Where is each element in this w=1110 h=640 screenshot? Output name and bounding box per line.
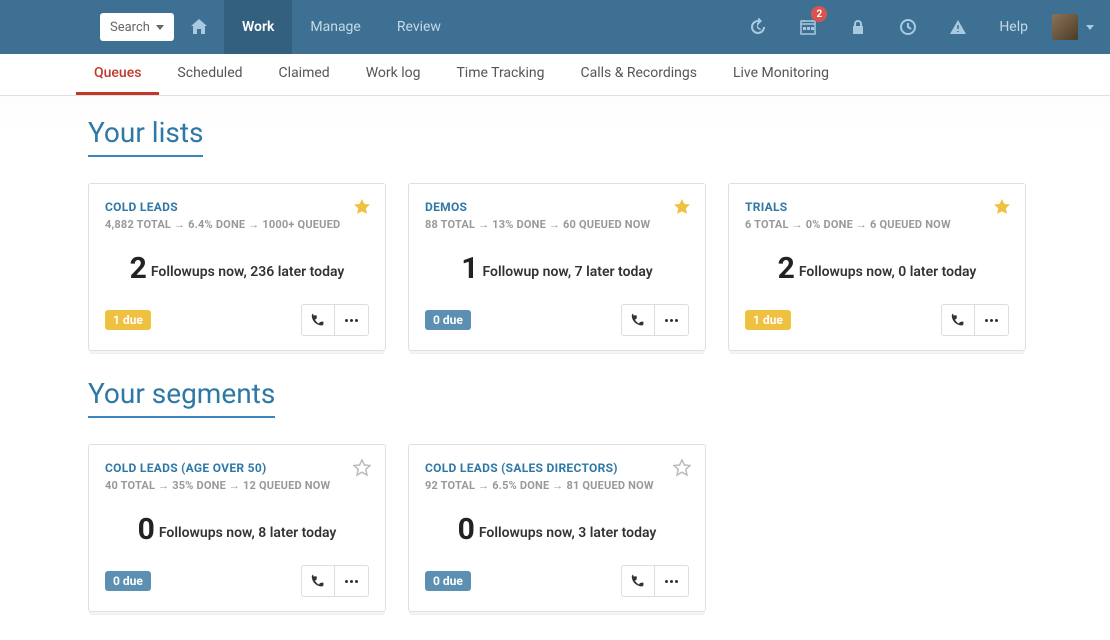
card-title: COLD LEADS xyxy=(105,200,369,214)
caret-down-icon xyxy=(1086,25,1094,30)
tab-calls-recordings[interactable]: Calls & Recordings xyxy=(562,54,715,95)
followup-text: Followups now, 3 later today xyxy=(479,525,656,541)
followups-line: 0Followups now, 8 later today xyxy=(105,512,369,547)
due-pill[interactable]: 0 due xyxy=(425,571,471,591)
card-stats: 6 TOTAL → 0% DONE → 6 QUEUED NOW xyxy=(745,218,1009,231)
avatar xyxy=(1052,14,1078,40)
notification-badge: 2 xyxy=(811,6,827,22)
help-link[interactable]: Help xyxy=(983,19,1044,35)
lists-heading: Your lists xyxy=(88,116,203,157)
followups-line: 1Followup now, 7 later today xyxy=(425,251,689,286)
lists-cards: COLD LEADS 4,882 TOTAL → 6.4% DONE → 1000… xyxy=(88,183,1110,351)
call-button[interactable] xyxy=(621,304,655,336)
followup-count: 0 xyxy=(458,512,475,547)
segment-card: COLD LEADS (AGE OVER 50) 40 TOTAL → 35% D… xyxy=(88,444,386,612)
nav-review[interactable]: Review xyxy=(379,0,459,54)
card-actions xyxy=(621,304,689,336)
followup-text: Followups now, 236 later today xyxy=(151,264,344,280)
call-button[interactable] xyxy=(301,304,335,336)
nav-work[interactable]: Work xyxy=(224,0,292,54)
tab-work-log[interactable]: Work log xyxy=(348,54,439,95)
due-pill[interactable]: 1 due xyxy=(745,310,791,330)
card-title: TRIALS xyxy=(745,200,1009,214)
star-icon[interactable] xyxy=(993,198,1011,220)
card-actions xyxy=(301,304,369,336)
tab-queues[interactable]: Queues xyxy=(76,54,159,95)
tab-scheduled[interactable]: Scheduled xyxy=(159,54,260,95)
list-card: COLD LEADS 4,882 TOTAL → 6.4% DONE → 1000… xyxy=(88,183,386,351)
call-button[interactable] xyxy=(941,304,975,336)
card-actions xyxy=(941,304,1009,336)
card-footer: 1 due xyxy=(105,304,369,336)
search-dropdown[interactable]: Search xyxy=(100,13,174,41)
list-card: TRIALS 6 TOTAL → 0% DONE → 6 QUEUED NOW 2F… xyxy=(728,183,1026,351)
card-stats: 92 TOTAL → 6.5% DONE → 81 QUEUED NOW xyxy=(425,479,689,492)
warning-icon[interactable] xyxy=(933,0,983,54)
more-button[interactable] xyxy=(335,565,369,597)
followups-line: 2Followups now, 236 later today xyxy=(105,251,369,286)
card-footer: 0 due xyxy=(425,565,689,597)
followup-text: Followups now, 8 later today xyxy=(159,525,336,541)
more-button[interactable] xyxy=(655,304,689,336)
sub-nav: QueuesScheduledClaimedWork logTime Track… xyxy=(0,54,1110,96)
tab-claimed[interactable]: Claimed xyxy=(261,54,348,95)
followup-count: 2 xyxy=(778,251,795,286)
due-pill[interactable]: 1 due xyxy=(105,310,151,330)
segment-card: COLD LEADS (SALES DIRECTORS) 92 TOTAL → 6… xyxy=(408,444,706,612)
caret-down-icon xyxy=(156,25,164,30)
star-icon[interactable] xyxy=(353,459,371,481)
lock-icon[interactable] xyxy=(833,0,883,54)
calendar-icon[interactable]: 2 xyxy=(783,0,833,54)
call-button[interactable] xyxy=(621,565,655,597)
followups-line: 2Followups now, 0 later today xyxy=(745,251,1009,286)
card-footer: 0 due xyxy=(105,565,369,597)
card-actions xyxy=(621,565,689,597)
followup-text: Followup now, 7 later today xyxy=(482,264,652,280)
search-label: Search xyxy=(110,20,150,35)
tab-time-tracking[interactable]: Time Tracking xyxy=(438,54,562,95)
home-icon[interactable] xyxy=(174,0,224,54)
top-nav: Search WorkManageReview 2 Help xyxy=(0,0,1110,54)
followup-text: Followups now, 0 later today xyxy=(799,264,976,280)
card-stats: 40 TOTAL → 35% DONE → 12 QUEUED NOW xyxy=(105,479,369,492)
more-button[interactable] xyxy=(655,565,689,597)
user-menu[interactable] xyxy=(1044,14,1110,40)
card-stats: 4,882 TOTAL → 6.4% DONE → 1000+ QUEUED xyxy=(105,218,369,231)
history-icon[interactable] xyxy=(733,0,783,54)
content: Your lists COLD LEADS 4,882 TOTAL → 6.4% … xyxy=(0,96,1110,612)
list-card: DEMOS 88 TOTAL → 13% DONE → 60 QUEUED NOW… xyxy=(408,183,706,351)
segments-heading: Your segments xyxy=(88,377,275,418)
followup-count: 0 xyxy=(138,512,155,547)
star-icon[interactable] xyxy=(673,459,691,481)
card-footer: 0 due xyxy=(425,304,689,336)
star-icon[interactable] xyxy=(673,198,691,220)
card-footer: 1 due xyxy=(745,304,1009,336)
tab-live-monitoring[interactable]: Live Monitoring xyxy=(715,54,847,95)
followup-count: 2 xyxy=(130,251,147,286)
clock-icon[interactable] xyxy=(883,0,933,54)
more-button[interactable] xyxy=(975,304,1009,336)
card-title: COLD LEADS (SALES DIRECTORS) xyxy=(425,461,689,475)
due-pill[interactable]: 0 due xyxy=(425,310,471,330)
card-title: COLD LEADS (AGE OVER 50) xyxy=(105,461,369,475)
followup-count: 1 xyxy=(461,251,478,286)
segments-cards: COLD LEADS (AGE OVER 50) 40 TOTAL → 35% D… xyxy=(88,444,1110,612)
card-stats: 88 TOTAL → 13% DONE → 60 QUEUED NOW xyxy=(425,218,689,231)
nav-manage[interactable]: Manage xyxy=(292,0,378,54)
followups-line: 0Followups now, 3 later today xyxy=(425,512,689,547)
call-button[interactable] xyxy=(301,565,335,597)
more-button[interactable] xyxy=(335,304,369,336)
card-actions xyxy=(301,565,369,597)
card-title: DEMOS xyxy=(425,200,689,214)
due-pill[interactable]: 0 due xyxy=(105,571,151,591)
star-icon[interactable] xyxy=(353,198,371,220)
